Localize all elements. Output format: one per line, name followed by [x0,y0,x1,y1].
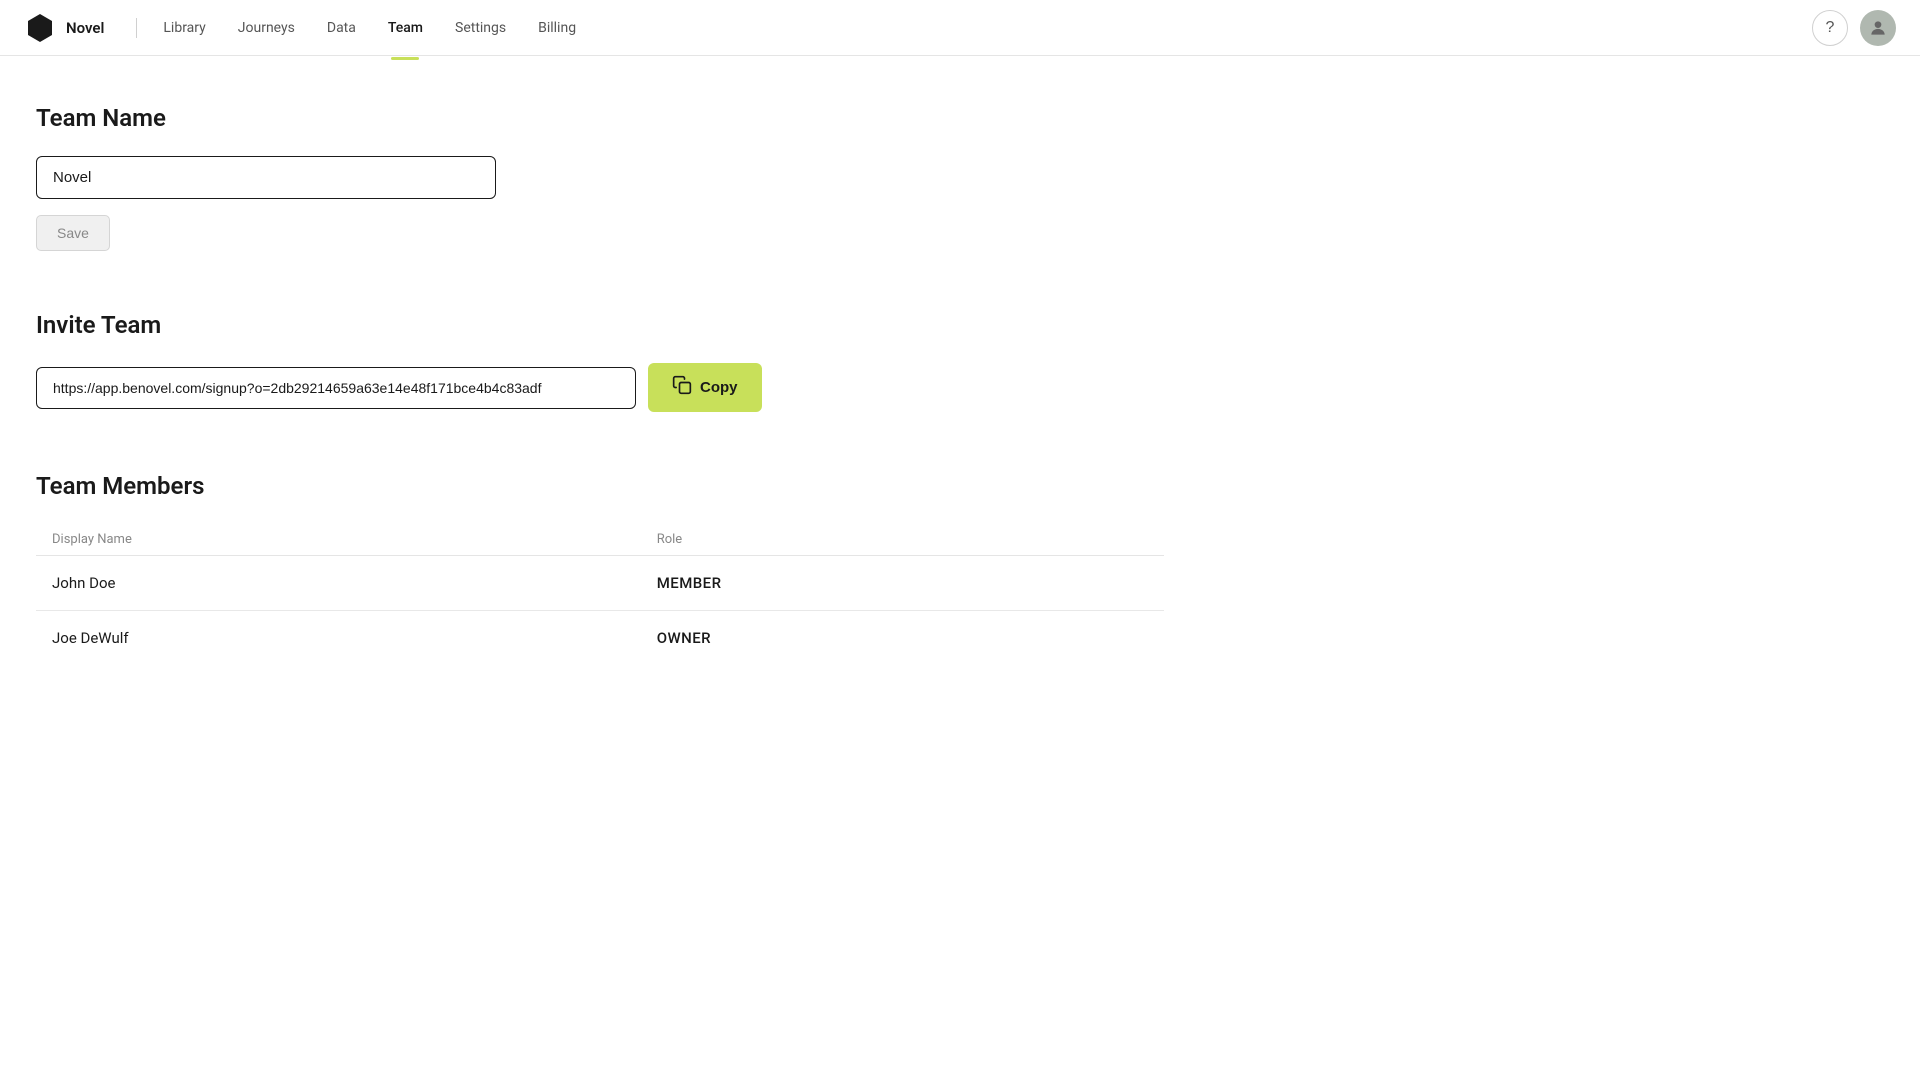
member-display-name: Joe DeWulf [36,611,641,666]
team-members-section: Team Members Display Name Role John DoeM… [36,472,1164,665]
help-button[interactable]: ? [1812,10,1848,46]
member-role: OWNER [641,611,1164,666]
app-logo-icon [24,12,56,44]
team-name-section: Team Name Save [36,104,1164,251]
nav-right: ? [1812,10,1896,46]
team-name-input[interactable] [36,156,496,199]
invite-url-input[interactable] [36,367,636,409]
nav-links: Library Journeys Data Team Settings Bill… [149,14,1812,42]
table-row: Joe DeWulfOWNER [36,611,1164,666]
nav-item-data[interactable]: Data [313,14,370,42]
invite-team-section: Invite Team Copy [36,311,1164,412]
member-display-name: John Doe [36,556,641,611]
table-row: John DoeMEMBER [36,556,1164,611]
member-role: MEMBER [641,556,1164,611]
user-avatar[interactable] [1860,10,1896,46]
members-table-body: John DoeMEMBERJoe DeWulfOWNER [36,556,1164,666]
invite-row: Copy [36,363,1164,412]
nav-item-journeys[interactable]: Journeys [224,14,309,42]
col-role: Role [641,524,1164,556]
navbar: Novel Library Journeys Data Team Setting… [0,0,1920,56]
members-table: Display Name Role John DoeMEMBERJoe DeWu… [36,524,1164,665]
avatar-icon [1868,18,1888,38]
help-icon: ? [1826,19,1835,37]
team-name-title: Team Name [36,104,1164,132]
main-content: Team Name Save Invite Team Copy Team Mem… [0,56,1200,773]
nav-item-library[interactable]: Library [149,14,219,42]
members-table-head: Display Name Role [36,524,1164,556]
app-brand-label: Novel [66,19,104,37]
nav-logo[interactable]: Novel [24,12,104,44]
team-members-title: Team Members [36,472,1164,500]
nav-item-settings[interactable]: Settings [441,14,520,42]
nav-divider [136,18,137,38]
nav-item-billing[interactable]: Billing [524,14,590,42]
members-table-header-row: Display Name Role [36,524,1164,556]
nav-item-team[interactable]: Team [374,14,437,42]
copy-icon [672,375,692,400]
col-display-name: Display Name [36,524,641,556]
copy-button[interactable]: Copy [648,363,762,412]
save-button[interactable]: Save [36,215,110,251]
copy-label: Copy [700,379,738,396]
invite-team-title: Invite Team [36,311,1164,339]
